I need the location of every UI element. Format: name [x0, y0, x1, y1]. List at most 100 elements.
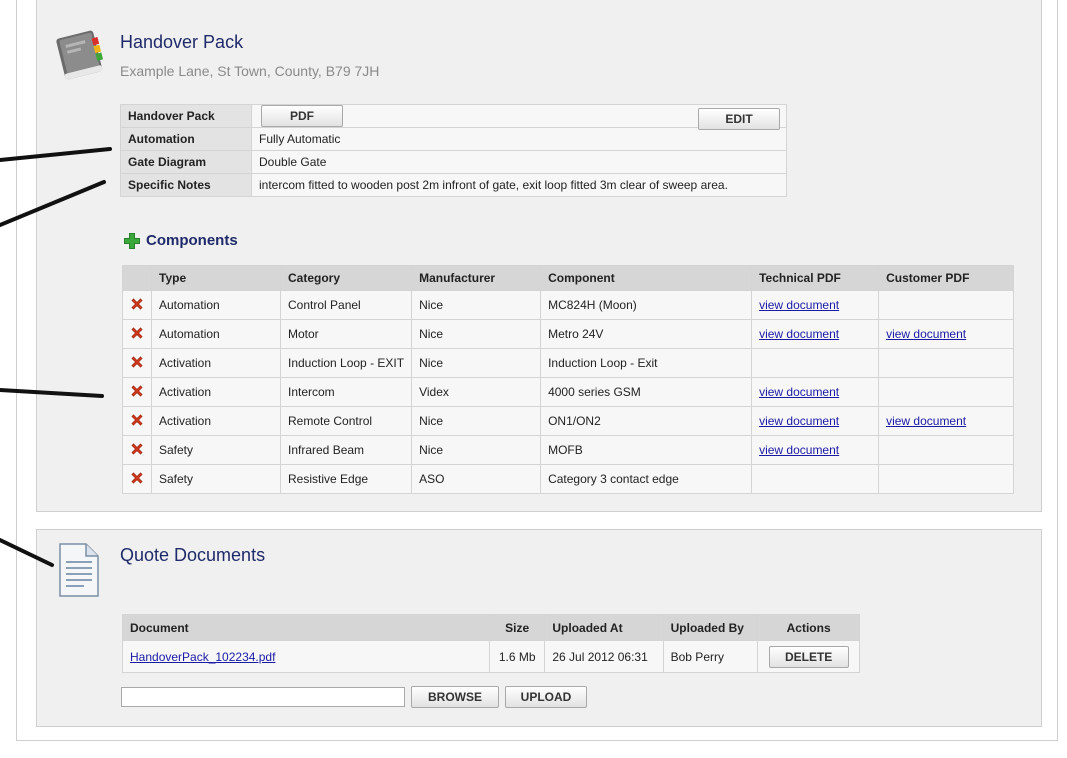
technical-pdf-link[interactable]: view document [759, 414, 839, 428]
component-customer-pdf-cell [878, 464, 1014, 494]
component-component-cell: Metro 24V [540, 319, 753, 349]
delete-cell [122, 435, 152, 465]
info-row-automation: Automation Fully Automatic [120, 127, 787, 151]
upload-button[interactable]: UPLOAD [505, 686, 587, 708]
delete-cell [122, 290, 152, 320]
component-manufacturer-cell: Nice [411, 290, 542, 320]
component-row: Activation Remote Control Nice ON1/ON2 view … [122, 406, 1014, 436]
component-technical-pdf-cell [751, 348, 880, 378]
delete-component-icon[interactable] [130, 413, 144, 427]
documents-header-row: Document Size Uploaded At Uploaded By Ac… [122, 614, 860, 641]
component-type-cell: Activation [151, 348, 281, 378]
component-category-cell: Infrared Beam [279, 435, 413, 465]
component-type-cell: Automation [151, 319, 281, 349]
gate-diagram-value: Double Gate [251, 150, 787, 174]
add-component-plus-icon[interactable] [124, 232, 140, 249]
component-row: Safety Resistive Edge ASO Category 3 contac… [122, 464, 1014, 494]
component-manufacturer-cell: Videx [411, 377, 542, 407]
delete-component-icon[interactable] [130, 297, 144, 311]
delete-component-icon[interactable] [130, 442, 144, 456]
customer-pdf-link[interactable]: view document [886, 327, 966, 341]
column-header-technical-pdf: Technical PDF [751, 265, 880, 291]
component-manufacturer-cell: Nice [411, 435, 542, 465]
component-manufacturer-cell: Nice [411, 348, 542, 378]
delete-component-icon[interactable] [130, 471, 144, 485]
component-type-cell: Safety [151, 435, 281, 465]
components-title: Components [146, 232, 238, 249]
handover-pack-actions: PDF EDIT [251, 104, 787, 130]
component-technical-pdf-cell: view document [751, 290, 880, 320]
component-type-cell: Activation [151, 377, 281, 407]
column-header-uploaded-at: Uploaded At [544, 614, 664, 641]
document-uploaded-by: Bob Perry [662, 640, 759, 673]
specific-notes-label: Specific Notes [120, 173, 252, 197]
delete-column-header [122, 265, 152, 291]
handover-pack-label: Handover Pack [120, 104, 252, 128]
document-link[interactable]: HandoverPack_102234.pdf [130, 650, 275, 664]
technical-pdf-link[interactable]: view document [759, 298, 839, 312]
handover-pack-title: Handover Pack [120, 32, 244, 52]
document-actions: DELETE [757, 640, 860, 673]
customer-pdf-link[interactable]: view document [886, 414, 966, 428]
column-header-category: Category [279, 265, 413, 291]
document-cell: HandoverPack_102234.pdf [122, 640, 490, 673]
handover-book-icon [56, 30, 104, 80]
pdf-button[interactable]: PDF [261, 105, 343, 127]
delete-component-icon[interactable] [130, 384, 144, 398]
technical-pdf-link[interactable]: view document [759, 327, 839, 341]
component-customer-pdf-cell [878, 435, 1014, 465]
component-customer-pdf-cell: view document [878, 319, 1014, 349]
document-icon [59, 543, 99, 597]
upload-row: BROWSE UPLOAD [121, 686, 587, 708]
handover-info-table: Handover Pack PDF EDIT Automation Fully … [120, 104, 787, 197]
components-heading: Components [124, 232, 238, 249]
component-technical-pdf-cell: view document [751, 377, 880, 407]
delete-cell [122, 319, 152, 349]
edit-button[interactable]: EDIT [698, 108, 780, 130]
delete-cell [122, 348, 152, 378]
column-header-document: Document [122, 614, 490, 641]
component-row: Automation Motor Nice Metro 24V view documen… [122, 319, 1014, 349]
info-row-handover-pack: Handover Pack PDF EDIT [120, 104, 787, 130]
component-manufacturer-cell: Nice [411, 319, 542, 349]
component-technical-pdf-cell: view document [751, 435, 880, 465]
delete-component-icon[interactable] [130, 355, 144, 369]
component-category-cell: Motor [279, 319, 413, 349]
component-type-cell: Activation [151, 406, 281, 436]
delete-component-icon[interactable] [130, 326, 144, 340]
specific-notes-value: intercom fitted to wooden post 2m infron… [251, 173, 787, 197]
column-header-component: Component [540, 265, 753, 291]
component-row: Activation Induction Loop - EXIT Nice Induc… [122, 348, 1014, 378]
component-component-cell: ON1/ON2 [540, 406, 753, 436]
component-component-cell: Category 3 contact edge [540, 464, 753, 494]
delete-cell [122, 464, 152, 494]
document-size: 1.6 Mb [488, 640, 546, 673]
browse-button[interactable]: BROWSE [411, 686, 499, 708]
column-header-manufacturer: Manufacturer [411, 265, 542, 291]
component-component-cell: MOFB [540, 435, 753, 465]
component-category-cell: Resistive Edge [279, 464, 413, 494]
delete-cell [122, 406, 152, 436]
info-row-gate-diagram: Gate Diagram Double Gate [120, 150, 787, 174]
site-address: Example Lane, St Town, County, B79 7JH [120, 63, 380, 79]
quote-documents-table: Document Size Uploaded At Uploaded By Ac… [122, 614, 860, 673]
component-customer-pdf-cell [878, 290, 1014, 320]
technical-pdf-link[interactable]: view document [759, 443, 839, 457]
component-manufacturer-cell: ASO [411, 464, 542, 494]
component-type-cell: Automation [151, 290, 281, 320]
technical-pdf-link[interactable]: view document [759, 385, 839, 399]
delete-document-button[interactable]: DELETE [768, 645, 849, 668]
gate-diagram-label: Gate Diagram [120, 150, 252, 174]
component-technical-pdf-cell [751, 464, 880, 494]
document-uploaded-at: 26 Jul 2012 06:31 [544, 640, 664, 673]
component-category-cell: Induction Loop - EXIT [279, 348, 413, 378]
column-header-actions: Actions [757, 614, 860, 641]
automation-label: Automation [120, 127, 252, 151]
components-table: Type Category Manufacturer Component Tec… [122, 265, 1014, 494]
file-path-input[interactable] [121, 687, 405, 707]
automation-value: Fully Automatic [251, 127, 787, 151]
info-row-specific-notes: Specific Notes intercom fitted to wooden… [120, 173, 787, 197]
component-category-cell: Intercom [279, 377, 413, 407]
component-customer-pdf-cell: view document [878, 406, 1014, 436]
quote-documents-title: Quote Documents [120, 545, 266, 565]
